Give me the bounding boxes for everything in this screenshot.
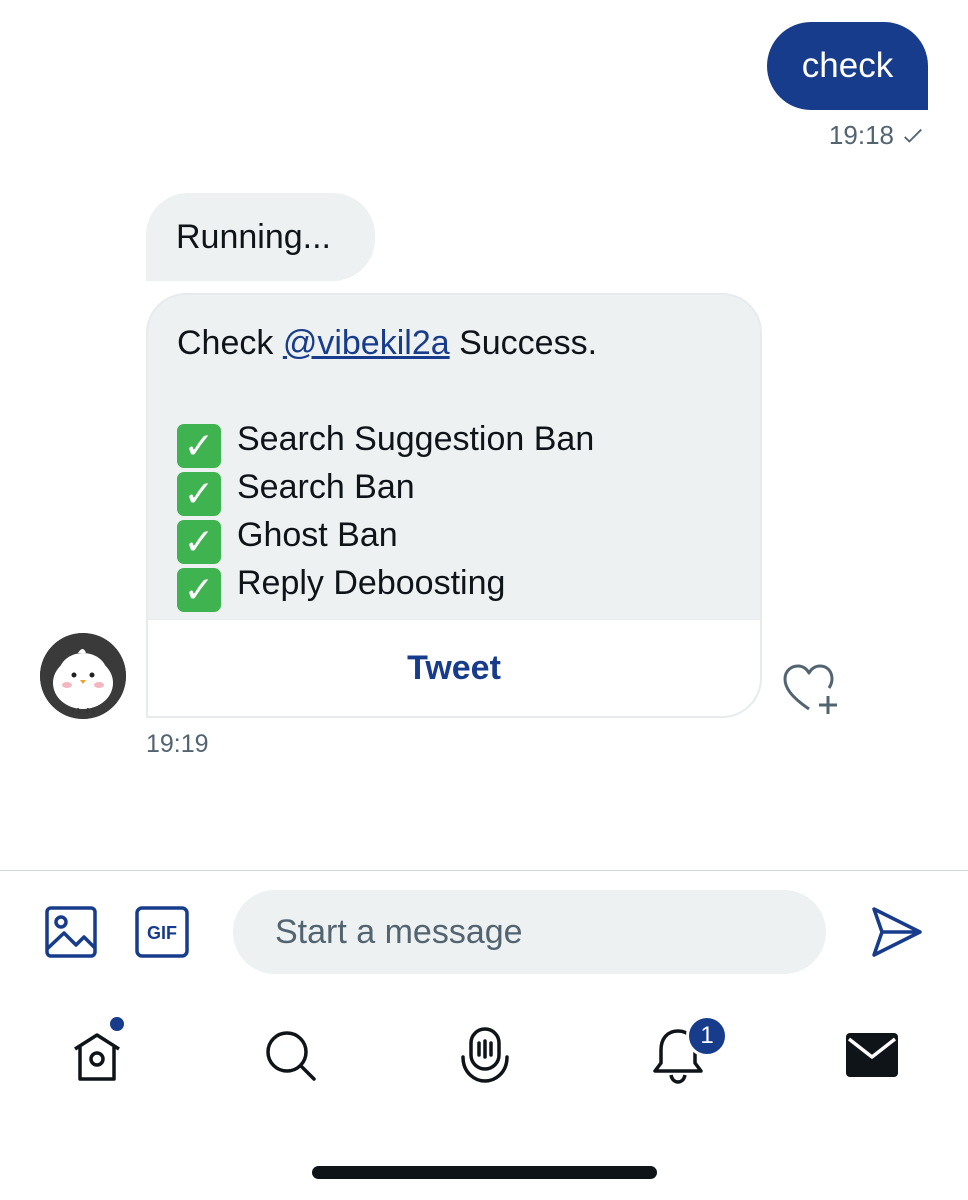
card-body: Check @vibekil2a Success. ✓ Search Sugges… [148,295,760,612]
white-check-mark-icon: ✓ [177,520,221,564]
home-indicator[interactable] [312,1166,657,1179]
received-card-message[interactable]: Check @vibekil2a Success. ✓ Search Sugges… [146,293,762,718]
white-check-mark-icon: ✓ [177,472,221,516]
checkmark-icon [904,128,922,143]
home-icon [74,1033,120,1081]
headline-suffix: Success. [449,324,598,362]
home-unread-dot [110,1017,124,1031]
status-text: Running... [176,217,331,256]
white-check-mark-icon: ✓ [177,568,221,612]
received-status-bubble[interactable]: Running... [146,193,375,281]
tweet-button[interactable]: Tweet [148,619,760,716]
sent-message-text: check [801,46,894,85]
card-headline: Check @vibekil2a Success. [177,319,760,367]
white-check-mark-icon: ✓ [177,424,221,468]
image-icon[interactable] [44,905,98,959]
tweet-button-label: Tweet [407,648,501,687]
result-label: Search Suggestion Ban [237,420,595,458]
gif-icon[interactable]: GIF [134,905,190,959]
notifications-badge: 1 [686,1015,728,1057]
avatar[interactable] [40,633,126,719]
received-message-timestamp: 19:19 [146,730,209,758]
message-input[interactable] [233,890,826,974]
add-reaction-heart-icon[interactable] [782,663,842,715]
result-item: ✓ Reply Deboosting [177,559,760,612]
headline-prefix: Check [177,324,283,362]
gif-label: GIF [147,923,177,943]
tab-messages[interactable] [842,1025,902,1085]
result-item: ✓ Search Ban [177,463,760,516]
result-label: Reply Deboosting [237,564,506,602]
sent-message-timestamp: 19:18 [829,120,924,151]
tab-home[interactable] [67,1025,127,1085]
tab-search[interactable] [260,1025,320,1085]
mention-link[interactable]: @vibekil2a [283,324,450,362]
composer-divider [0,870,968,871]
search-icon [266,1031,316,1081]
envelope-icon [846,1033,898,1077]
result-item: ✓ Search Suggestion Ban [177,415,760,468]
sent-message-bubble[interactable]: check [767,22,928,110]
result-item: ✓ Ghost Ban [177,511,760,564]
tab-spaces[interactable] [455,1025,515,1085]
result-label: Ghost Ban [237,516,398,554]
result-label: Search Ban [237,468,415,506]
send-icon[interactable] [870,905,924,959]
sent-time-text: 19:18 [828,120,894,150]
microphone-spaces-icon [461,1027,509,1083]
chick-avatar-icon [40,633,126,719]
